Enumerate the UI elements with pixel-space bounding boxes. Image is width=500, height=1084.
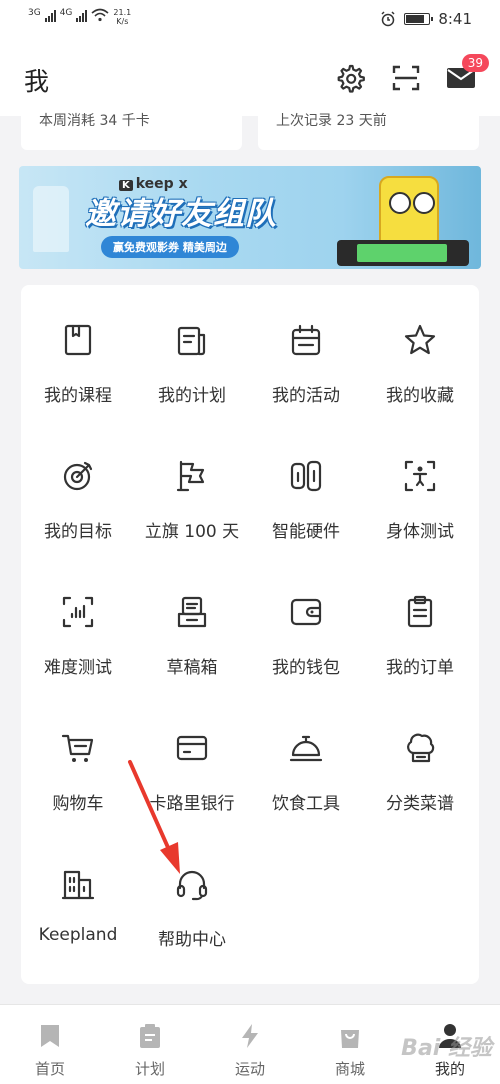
stats-row: 本周消耗 34 千卡 上次记录 23 天前	[0, 110, 500, 150]
tab-label: 计划	[134, 1060, 165, 1078]
settings-button[interactable]	[332, 60, 368, 96]
grid-item-label: 难度测试	[44, 658, 112, 678]
grid-item-label: Keepland	[38, 925, 118, 945]
clock: 8:41	[438, 10, 472, 28]
net-speed: 21.1 K/s	[113, 8, 132, 26]
battery-icon	[404, 13, 434, 25]
banner-decoration-cup	[33, 186, 69, 252]
week-calories-card[interactable]: 本周消耗 34 千卡	[21, 110, 242, 150]
scan-button[interactable]	[388, 60, 424, 96]
alarm-icon	[381, 11, 395, 27]
plan-icon	[177, 326, 206, 356]
clipboard-icon	[407, 595, 433, 628]
chef-hat-icon	[407, 733, 435, 763]
signal-label-2: 4G	[59, 8, 73, 18]
header: 我 39	[0, 40, 500, 116]
banner-subline: 赢免费观影券 精美周边	[101, 236, 239, 258]
banner-console-image	[337, 240, 469, 266]
wallet-icon	[290, 598, 322, 626]
week-calories-text: 本周消耗 34 千卡	[39, 113, 150, 129]
grid-item-card[interactable]: 卡路里银行	[135, 693, 249, 814]
grid-item-cloche[interactable]: 饮食工具	[249, 693, 363, 814]
grid-item-label: 立旗 100 天	[144, 522, 240, 542]
grid-item-flag[interactable]: 立旗 100 天	[135, 421, 249, 542]
grid-item-label: 我的目标	[44, 522, 112, 542]
body-scan-icon	[404, 460, 436, 492]
draft-icon	[177, 596, 207, 628]
calendar-icon	[291, 324, 321, 356]
grid-item-label: 身体测试	[386, 522, 454, 542]
grid-item-building[interactable]: Keepland	[21, 829, 135, 945]
flag-icon	[176, 460, 205, 492]
grid-item-calendar[interactable]: 我的活动	[249, 285, 363, 406]
grid-item-label: 卡路里银行	[149, 794, 235, 814]
grid-item-draft[interactable]: 草稿箱	[135, 557, 249, 678]
promo-banner[interactable]: Kkeep x 邀请好友组队 赢免费观影券 精美周边	[19, 166, 481, 269]
grid-item-book[interactable]: 我的课程	[21, 285, 135, 406]
grid-item-label: 我的课程	[44, 386, 112, 406]
grid-item-headset[interactable]: 帮助中心	[135, 829, 249, 950]
grid-item-label: 我的订单	[386, 658, 454, 678]
grid-item-plan[interactable]: 我的计划	[135, 285, 249, 406]
status-right: 8:41	[380, 10, 472, 28]
cloche-icon	[289, 735, 323, 762]
building-icon	[61, 870, 95, 900]
scan-icon	[392, 65, 420, 91]
plan-icon	[140, 1024, 160, 1048]
page-title: 我	[24, 67, 50, 96]
watermark: Bai 经验	[401, 1036, 492, 1061]
tab-2[interactable]: 运动	[200, 1005, 300, 1084]
grid-item-label: 饮食工具	[272, 794, 340, 814]
signal-label-1: 3G	[28, 8, 41, 18]
book-icon	[64, 324, 92, 356]
grid-item-device[interactable]: 智能硬件	[249, 421, 363, 542]
tab-label: 首页	[34, 1060, 65, 1078]
headset-icon	[176, 870, 208, 901]
grid-item-label: 分类菜谱	[386, 794, 454, 814]
grid-item-label: 帮助中心	[158, 930, 226, 950]
tab-label: 商城	[334, 1060, 365, 1078]
lightning-icon	[242, 1024, 258, 1048]
target-icon	[63, 461, 93, 491]
grid-item-bars-scan[interactable]: 难度测试	[21, 557, 135, 678]
grid-item-label: 我的计划	[158, 386, 226, 406]
status-bar: 3G 4G 21.1 K/s 8:41	[0, 0, 500, 40]
grid-item-target[interactable]: 我的目标	[21, 421, 135, 542]
gear-icon	[337, 64, 365, 93]
banner-character-image	[379, 176, 439, 246]
last-record-text: 上次记录 23 天前	[276, 113, 387, 129]
cart-icon	[61, 734, 94, 762]
star-icon	[404, 324, 436, 355]
grid-item-label: 我的收藏	[386, 386, 454, 406]
signal-icon-2	[76, 10, 88, 22]
last-record-card[interactable]: 上次记录 23 天前	[258, 110, 479, 150]
wifi-icon	[91, 8, 109, 22]
banner-headline: 邀请好友组队	[85, 196, 277, 232]
tab-0[interactable]: 首页	[0, 1005, 100, 1084]
grid-item-star[interactable]: 我的收藏	[363, 285, 477, 406]
bag-icon	[341, 1030, 359, 1048]
status-left: 3G 4G 21.1 K/s	[28, 8, 131, 26]
signal-icon	[44, 10, 56, 22]
message-badge: 39	[461, 54, 489, 72]
messages-button[interactable]: 39	[443, 54, 489, 96]
grid-item-cart[interactable]: 购物车	[21, 693, 135, 814]
tab-1[interactable]: 计划	[100, 1005, 200, 1084]
grid-item-clipboard[interactable]: 我的订单	[363, 557, 477, 678]
grid-item-chef-hat[interactable]: 分类菜谱	[363, 693, 477, 814]
tab-3[interactable]: 商城	[300, 1005, 400, 1084]
grid-item-label: 草稿箱	[166, 658, 218, 678]
device-icon	[290, 460, 322, 492]
card-icon	[176, 735, 208, 761]
bookmark-icon	[41, 1025, 59, 1047]
grid-item-label: 购物车	[52, 794, 104, 814]
grid-item-wallet[interactable]: 我的钱包	[249, 557, 363, 678]
grid-item-label: 我的钱包	[272, 658, 340, 678]
grid-item-body-scan[interactable]: 身体测试	[363, 421, 477, 542]
feature-grid: 我的课程 我的计划 我的活动 我的收藏 我的目标 立旗 100 天 智能硬件 身…	[21, 285, 479, 984]
grid-item-label: 我的活动	[272, 386, 340, 406]
tab-label: 运动	[234, 1060, 265, 1078]
grid-item-label: 智能硬件	[272, 522, 340, 542]
bars-scan-icon	[62, 596, 94, 628]
